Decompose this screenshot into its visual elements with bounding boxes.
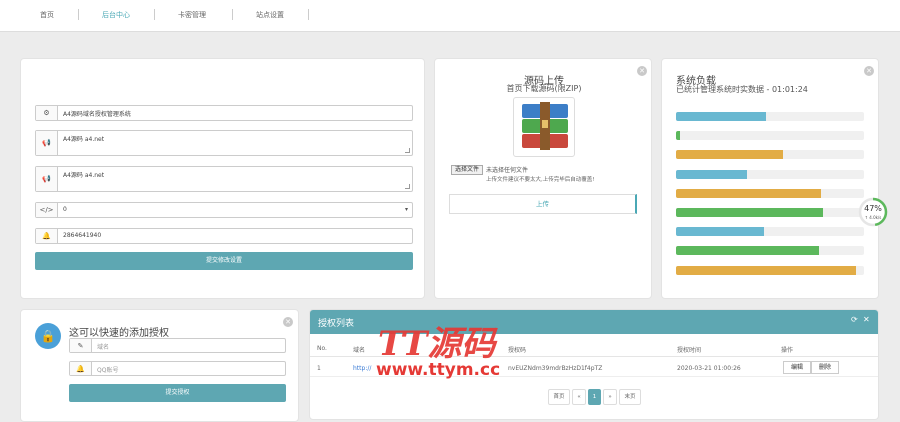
delete-button[interactable]: 删除 [811, 361, 839, 374]
gauge-sub: ↑ 4.0k/s [864, 215, 882, 220]
load-bar [676, 246, 864, 256]
resize-grip-icon[interactable] [405, 148, 410, 153]
pager-prev[interactable]: « [572, 389, 586, 405]
quick-add-title: 这可以快速的添加授权 [69, 328, 169, 339]
bullhorn-icon: 📢 [36, 167, 58, 191]
bullhorn-icon: 📢 [36, 131, 58, 155]
load-subtitle: 已统计管理系统时实数据 - 01:01:24 [676, 85, 808, 94]
site-name-value: A4源码域名授权管理系统 [63, 111, 131, 118]
header-time: 授权时间 [677, 347, 702, 354]
qq-field[interactable]: 🔔 2864641940 [35, 228, 413, 244]
load-bar [676, 227, 864, 237]
load-bar [676, 169, 864, 179]
nav-item-cards[interactable]: 卡密管理 [178, 10, 206, 20]
row-no: 1 [317, 365, 321, 372]
tag-icon: ✎ [70, 339, 92, 352]
quick-add-panel: ✕ 🔒 这可以快速的添加授权 ✎ 域名 🔔 QQ账号 提交授权 [20, 309, 299, 422]
system-load-panel: ✕ 系统负载 已统计管理系统时实数据 - 01:01:24 47% ↑ 4.0k… [661, 58, 888, 299]
nav-divider [154, 9, 155, 20]
top-nav: 首页 后台中心 卡密管理 站点设置 [0, 0, 900, 32]
resize-grip-icon[interactable] [405, 184, 410, 189]
domain-placeholder: 域名 [97, 344, 110, 351]
upload-button[interactable]: 上传 [449, 194, 637, 214]
edit-button[interactable]: 编辑 [783, 361, 811, 374]
load-bar [676, 131, 864, 141]
load-bar-fill [676, 131, 680, 141]
pager-next[interactable]: » [603, 389, 617, 405]
load-bar [676, 150, 864, 160]
header-domain: 域名 [353, 347, 366, 354]
header-no: No. [317, 345, 327, 352]
refresh-icon[interactable]: ⟳ [851, 315, 858, 324]
caret-down-icon: ▾ [404, 206, 408, 213]
watermark-logo: TT源码 [378, 324, 496, 364]
gear-icon: ⚙ [36, 106, 58, 120]
description-1-value: A4源码 a4.net [63, 136, 105, 143]
pager-first[interactable]: 首页 [548, 389, 570, 405]
close-icon[interactable]: ✕ [864, 66, 874, 76]
nav-divider [308, 9, 309, 20]
site-settings-panel: ⚙ A4源码域名授权管理系统 📢 A4源码 a4.net 📢 A4源码 a4.n… [20, 58, 425, 299]
load-bar [676, 208, 864, 217]
qq-placeholder: QQ账号 [97, 367, 119, 374]
row-time: 2020-03-21 01:00:26 [677, 365, 741, 372]
load-bar-fill [676, 112, 767, 121]
load-bar-fill [676, 208, 823, 217]
nav-item-settings[interactable]: 站点设置 [256, 10, 284, 20]
description-textarea-1[interactable]: 📢 A4源码 a4.net [35, 130, 413, 156]
no-file-text: 未选择任何文件 [486, 167, 529, 174]
upload-subtitle: 首页下载源码(限ZIP) [506, 84, 582, 93]
row-domain-link[interactable]: http:// [353, 365, 371, 372]
auth-list-title: 授权列表 [318, 319, 355, 329]
load-gauge: 47% ↑ 4.0k/s [858, 197, 888, 227]
domain-input[interactable]: ✎ 域名 [69, 338, 286, 353]
row-code: nvEUZNdm39mdrBzHzD1f4pTZ [508, 365, 603, 372]
pager-current[interactable]: 1 [588, 389, 601, 405]
watermark-url: www.ttym.cc [376, 360, 501, 380]
qq-input[interactable]: 🔔 QQ账号 [69, 361, 286, 376]
upload-hint: 上传文件建议不要太大,上传完毕后自动覆盖! [486, 177, 595, 183]
lock-icon: 🔒 [35, 323, 61, 349]
pager-last[interactable]: 末页 [619, 389, 641, 405]
bell-icon: 🔔 [36, 229, 58, 243]
load-bar-fill [676, 246, 819, 256]
load-bar-fill [676, 169, 748, 179]
upload-panel: ✕ 源码上传 首页下载源码(限ZIP) 选择文件 未选择任何文件 上传文件建议不… [434, 58, 652, 299]
submit-settings-button[interactable]: 提交修改设置 [35, 252, 413, 270]
option-select[interactable]: </> 0 ▾ [35, 202, 413, 218]
choose-file-button[interactable]: 选择文件 [451, 165, 484, 175]
archive-icon [513, 97, 575, 157]
load-bar [676, 265, 864, 275]
site-name-field[interactable]: ⚙ A4源码域名授权管理系统 [35, 105, 413, 121]
load-bar-fill [676, 150, 784, 160]
load-bar-fill [676, 265, 857, 275]
load-bar-fill [676, 227, 765, 237]
nav-item-admin[interactable]: 后台中心 [102, 10, 130, 20]
load-bar [676, 112, 864, 121]
header-code: 授权码 [508, 347, 527, 354]
code-icon: </> [36, 203, 58, 217]
description-2-value: A4源码 a4.net [63, 172, 105, 179]
load-bar-fill [676, 188, 821, 198]
close-icon[interactable]: ✕ [283, 317, 293, 327]
header-actions: 操作 [781, 347, 794, 354]
submit-auth-button[interactable]: 提交授权 [69, 384, 286, 402]
nav-divider [232, 9, 233, 20]
nav-item-home[interactable]: 首页 [40, 10, 54, 20]
bell-icon: 🔔 [70, 362, 92, 375]
qq-value: 2864641940 [63, 232, 102, 239]
close-icon[interactable]: ✕ [863, 315, 870, 324]
gauge-value: 47% [864, 204, 882, 213]
load-bar [676, 188, 864, 198]
description-textarea-2[interactable]: 📢 A4源码 a4.net [35, 166, 413, 192]
nav-divider [78, 9, 79, 20]
option-select-value: 0 [63, 206, 67, 213]
